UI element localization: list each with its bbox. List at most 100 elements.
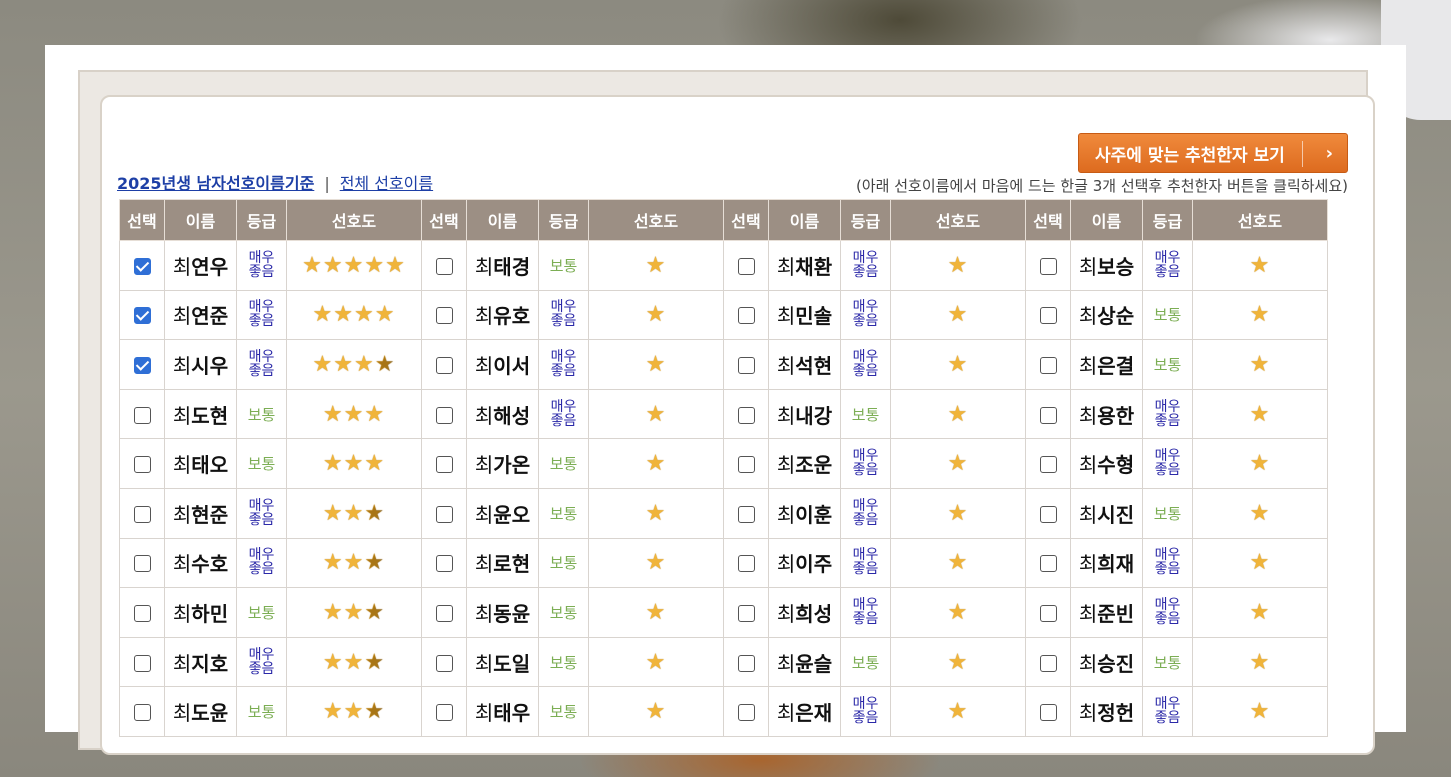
- name-cell: 최준빈: [1070, 587, 1143, 638]
- name-cell: 최민솔: [768, 289, 841, 341]
- star-icon: ★: [947, 550, 969, 576]
- star-icon: ★: [364, 252, 386, 278]
- name-select-checkbox[interactable]: [133, 456, 151, 474]
- name-select-checkbox[interactable]: [133, 406, 151, 424]
- name-cell: 최정헌: [1070, 686, 1143, 737]
- name-cell: 최하민: [164, 587, 237, 638]
- name-select-checkbox[interactable]: [435, 356, 453, 374]
- grade-badge: 매우 좋음: [248, 348, 275, 379]
- name-select-checkbox[interactable]: [1039, 704, 1057, 722]
- star-icon: ★: [333, 351, 354, 377]
- preference-cell: ★: [588, 289, 724, 341]
- grade-cell: 매우 좋음: [840, 339, 891, 390]
- name-select-checkbox[interactable]: [737, 356, 755, 374]
- name-select-checkbox[interactable]: [1039, 555, 1057, 573]
- name-select-checkbox[interactable]: [737, 456, 755, 474]
- name-select-checkbox[interactable]: [133, 257, 151, 275]
- surname: 최: [474, 453, 494, 478]
- name-select-checkbox[interactable]: [435, 654, 453, 672]
- name-select-checkbox[interactable]: [435, 307, 453, 325]
- preference-cell: ★: [890, 339, 1026, 390]
- name-select-checkbox[interactable]: [133, 654, 151, 672]
- link-all-preferred-names[interactable]: 전체 선호이름: [340, 174, 433, 193]
- name-select-checkbox[interactable]: [1039, 604, 1057, 622]
- select-cell: [119, 240, 165, 291]
- name-select-checkbox[interactable]: [737, 257, 755, 275]
- name-select-checkbox[interactable]: [737, 704, 755, 722]
- select-cell: [723, 388, 769, 440]
- given-name: 연준: [191, 304, 229, 329]
- name-select-checkbox[interactable]: [133, 555, 151, 573]
- star-icon: ★: [947, 252, 969, 278]
- name-select-checkbox[interactable]: [133, 505, 151, 523]
- star-rating-icon: ★: [948, 302, 969, 327]
- name-select-checkbox[interactable]: [737, 406, 755, 424]
- select-cell: [723, 537, 769, 589]
- preference-cell: ★★★: [286, 487, 422, 539]
- name-select-checkbox[interactable]: [1039, 456, 1057, 474]
- name-cell: 최시우: [164, 339, 237, 390]
- grade-cell: 보통: [1142, 289, 1193, 341]
- name-select-checkbox[interactable]: [133, 704, 151, 722]
- name-select-checkbox[interactable]: [435, 704, 453, 722]
- grade-cell: 매우 좋음: [1142, 587, 1193, 638]
- grade-cell: 보통: [538, 487, 589, 539]
- name-select-checkbox[interactable]: [1039, 307, 1057, 325]
- star-icon: ★: [1249, 252, 1271, 278]
- name-select-checkbox[interactable]: [737, 307, 755, 325]
- star-icon: ★: [322, 550, 344, 576]
- preference-cell: ★: [1192, 587, 1328, 638]
- name-select-checkbox[interactable]: [1039, 505, 1057, 523]
- name-select-checkbox[interactable]: [133, 604, 151, 622]
- name-select-checkbox[interactable]: [737, 654, 755, 672]
- grade-cell: 매우 좋음: [1142, 388, 1193, 440]
- name-select-checkbox[interactable]: [737, 505, 755, 523]
- name-select-checkbox[interactable]: [737, 604, 755, 622]
- name-select-checkbox[interactable]: [435, 555, 453, 573]
- name-select-checkbox[interactable]: [1039, 356, 1057, 374]
- name-select-checkbox[interactable]: [435, 604, 453, 622]
- header-name: 이름: [164, 199, 237, 241]
- preference-cell: ★★★: [286, 537, 422, 589]
- name-select-checkbox[interactable]: [1039, 406, 1057, 424]
- star-icon: ★: [374, 302, 396, 328]
- star-icon: ★: [645, 401, 667, 427]
- grade-cell: 매우 좋음: [840, 587, 891, 638]
- surname: 최: [172, 502, 192, 527]
- star-rating-icon: ★: [948, 699, 969, 724]
- name-select-checkbox[interactable]: [435, 257, 453, 275]
- star-rating-icon: ★★★: [323, 501, 385, 526]
- name-select-checkbox[interactable]: [435, 406, 453, 424]
- name-select-checkbox[interactable]: [1039, 257, 1057, 275]
- surname: 최: [474, 254, 494, 279]
- name-select-checkbox[interactable]: [133, 307, 151, 325]
- select-cell: [119, 487, 165, 539]
- grade-cell: 보통: [236, 587, 287, 638]
- grade-cell: 매우 좋음: [1142, 240, 1193, 291]
- star-icon: ★: [1249, 649, 1271, 675]
- star-rating-icon: ★: [1250, 302, 1271, 327]
- name-select-checkbox[interactable]: [435, 456, 453, 474]
- link-2025-boy-names[interactable]: 2025년생 남자선호이름기준: [117, 174, 314, 193]
- surname: 최: [172, 304, 192, 329]
- star-rating-icon: ★★★★★: [302, 253, 406, 278]
- surname: 최: [776, 502, 796, 527]
- header-name: 이름: [1070, 199, 1143, 241]
- preference-cell: ★: [890, 537, 1026, 589]
- name-select-checkbox[interactable]: [133, 356, 151, 374]
- preference-cell: ★: [588, 487, 724, 539]
- header-grade: 등급: [236, 199, 287, 241]
- given-name: 수호: [191, 552, 229, 577]
- full-name: 최도현: [173, 404, 228, 428]
- grade-badge: 매우 좋음: [1154, 398, 1181, 429]
- grade-badge: 매우 좋음: [852, 497, 879, 528]
- name-select-checkbox[interactable]: [737, 555, 755, 573]
- name-select-checkbox[interactable]: [1039, 654, 1057, 672]
- preference-cell: ★: [588, 388, 724, 440]
- name-select-checkbox[interactable]: [435, 505, 453, 523]
- name-cell: 최용한: [1070, 388, 1143, 440]
- surname: 최: [776, 403, 796, 428]
- preference-cell: ★: [588, 537, 724, 589]
- recommend-hanja-button[interactable]: 사주에 맞는 추천한자 보기 ›: [1078, 133, 1348, 173]
- select-cell: [119, 587, 165, 638]
